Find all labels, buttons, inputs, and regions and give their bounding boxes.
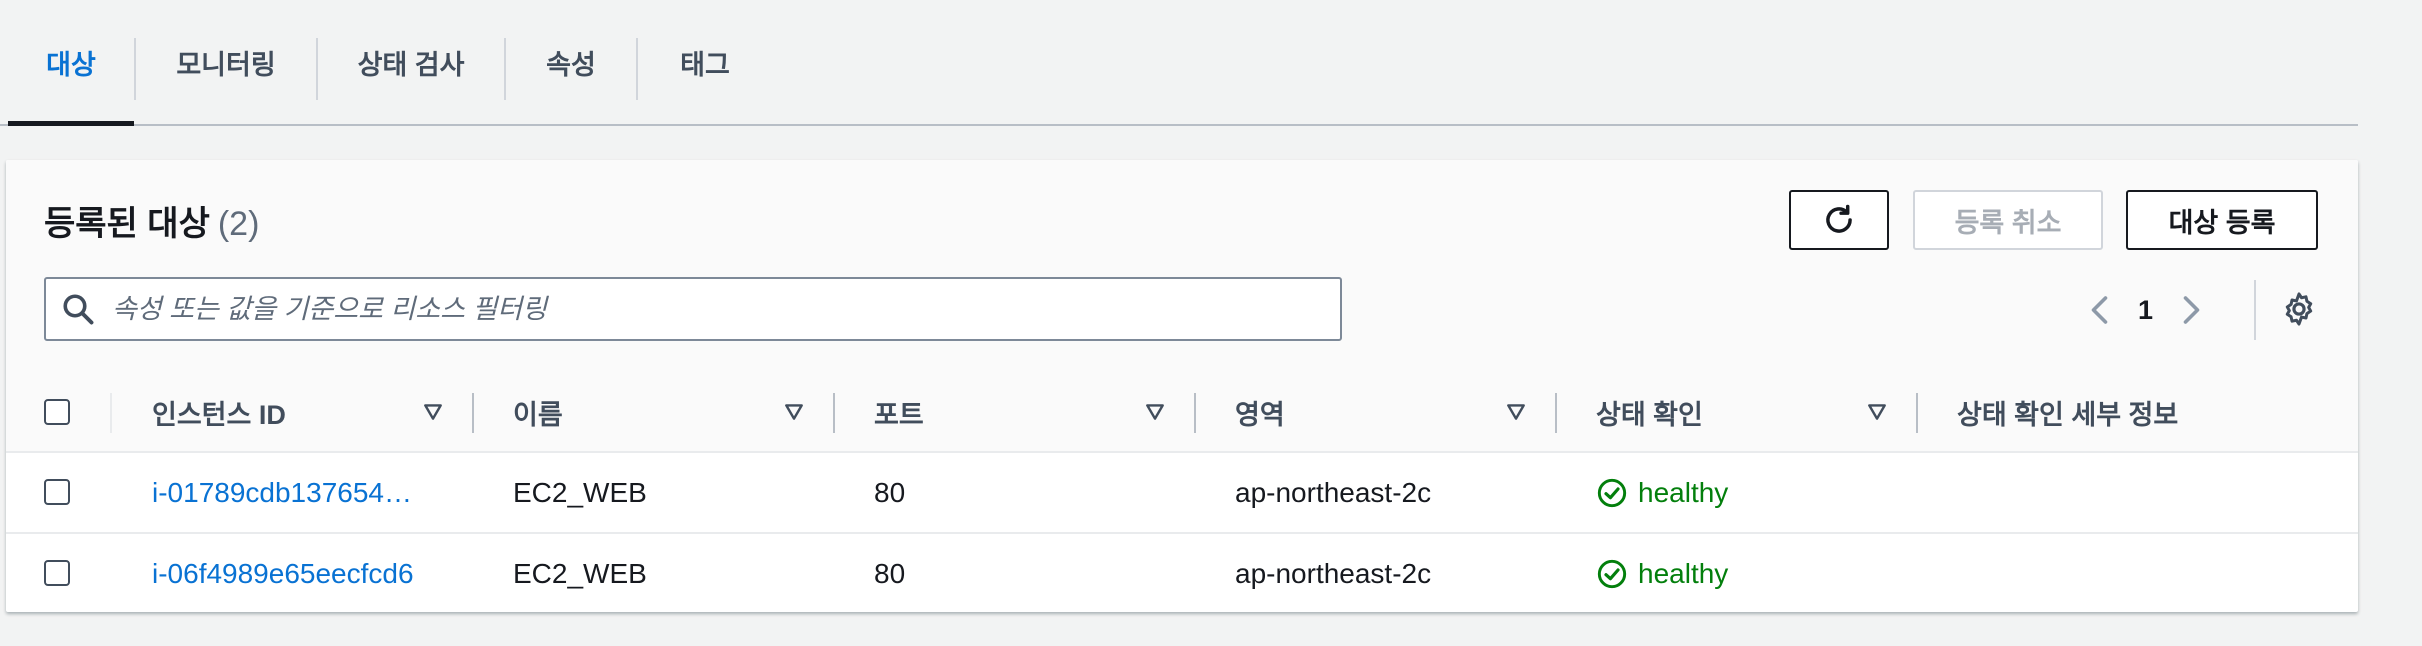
select-all-checkbox[interactable] <box>44 399 70 425</box>
column-divider[interactable] <box>1916 393 1918 433</box>
table-row[interactable]: i-06f4989e65eecfcd6 EC2_WEB 80 ap-northe… <box>6 534 2358 612</box>
instance-id-link[interactable]: i-06f4989e65eecfcd6 <box>152 534 414 612</box>
sort-icon[interactable] <box>1144 401 1166 423</box>
target-count: (2) <box>217 205 260 243</box>
health-status: healthy <box>1596 534 1728 612</box>
tab-targets[interactable]: 대상 <box>8 0 134 126</box>
current-page[interactable]: 1 <box>2138 295 2153 326</box>
column-divider <box>110 393 112 433</box>
chevron-left-icon[interactable] <box>2086 292 2116 328</box>
tab-monitoring[interactable]: 모니터링 <box>136 0 316 124</box>
register-targets-button[interactable]: 대상 등록 <box>2126 190 2318 250</box>
table-row[interactable]: i-01789cdb137654… EC2_WEB 80 ap-northeas… <box>6 453 2358 534</box>
pager-divider <box>2254 280 2256 340</box>
tab-attributes[interactable]: 속성 <box>506 0 636 124</box>
target-zone: ap-northeast-2c <box>1235 476 1432 508</box>
column-header-instance-id[interactable]: 인스턴스 ID <box>152 373 286 451</box>
column-divider[interactable] <box>833 393 835 433</box>
tab-bar: 대상 모니터링 상태 검사 속성 태그 <box>0 0 2358 126</box>
target-port: 80 <box>874 476 906 508</box>
instance-id-link[interactable]: i-01789cdb137654… <box>152 453 412 532</box>
target-name: EC2_WEB <box>513 476 647 508</box>
health-status: healthy <box>1596 453 1728 532</box>
chevron-right-icon[interactable] <box>2175 292 2205 328</box>
tab-health-checks[interactable]: 상태 검사 <box>318 0 504 124</box>
panel-title-text: 등록된 대상 <box>44 205 210 243</box>
sort-icon[interactable] <box>783 401 805 423</box>
row-checkbox[interactable] <box>44 479 70 505</box>
panel-header: 등록된 대상(2) 등록 취소 대상 등록 1 <box>6 160 2358 374</box>
check-circle-icon <box>1597 559 1627 588</box>
refresh-icon <box>1826 204 1852 233</box>
filter-input[interactable] <box>110 292 1314 326</box>
column-header-name[interactable]: 이름 <box>513 373 563 451</box>
column-header-health-details[interactable]: 상태 확인 세부 정보 <box>1957 373 2178 451</box>
column-divider[interactable] <box>1194 393 1196 433</box>
pagination: 1 <box>2086 280 2205 340</box>
row-checkbox[interactable] <box>44 560 70 586</box>
registered-targets-panel: 등록된 대상(2) 등록 취소 대상 등록 1 <box>6 160 2358 612</box>
check-circle-icon <box>1597 478 1627 507</box>
column-header-port[interactable]: 포트 <box>874 373 924 451</box>
settings-icon[interactable] <box>2280 290 2318 328</box>
column-header-zone[interactable]: 영역 <box>1235 373 1285 451</box>
column-divider[interactable] <box>472 393 474 433</box>
refresh-button[interactable] <box>1789 190 1889 250</box>
panel-title: 등록된 대상 (2) <box>44 196 259 245</box>
target-zone: ap-northeast-2c <box>1235 557 1432 589</box>
column-header-health-status[interactable]: 상태 확인 <box>1596 373 1703 451</box>
target-name: EC2_WEB <box>513 557 647 589</box>
search-icon <box>63 294 94 325</box>
filter-search-box[interactable] <box>44 277 1342 341</box>
table-header: 인스턴스 ID 이름 포트 영역 상태 확인 상태 확인 세부 정보 <box>6 373 2358 453</box>
deregister-button[interactable]: 등록 취소 <box>1913 190 2103 250</box>
health-status-text: healthy <box>1638 557 1729 589</box>
sort-icon[interactable] <box>422 401 444 423</box>
sort-icon[interactable] <box>1505 401 1527 423</box>
health-status-text: healthy <box>1638 476 1729 508</box>
target-port: 80 <box>874 557 906 589</box>
tab-tags[interactable]: 태그 <box>638 0 772 124</box>
column-divider[interactable] <box>1555 393 1557 433</box>
sort-icon[interactable] <box>1866 401 1888 423</box>
